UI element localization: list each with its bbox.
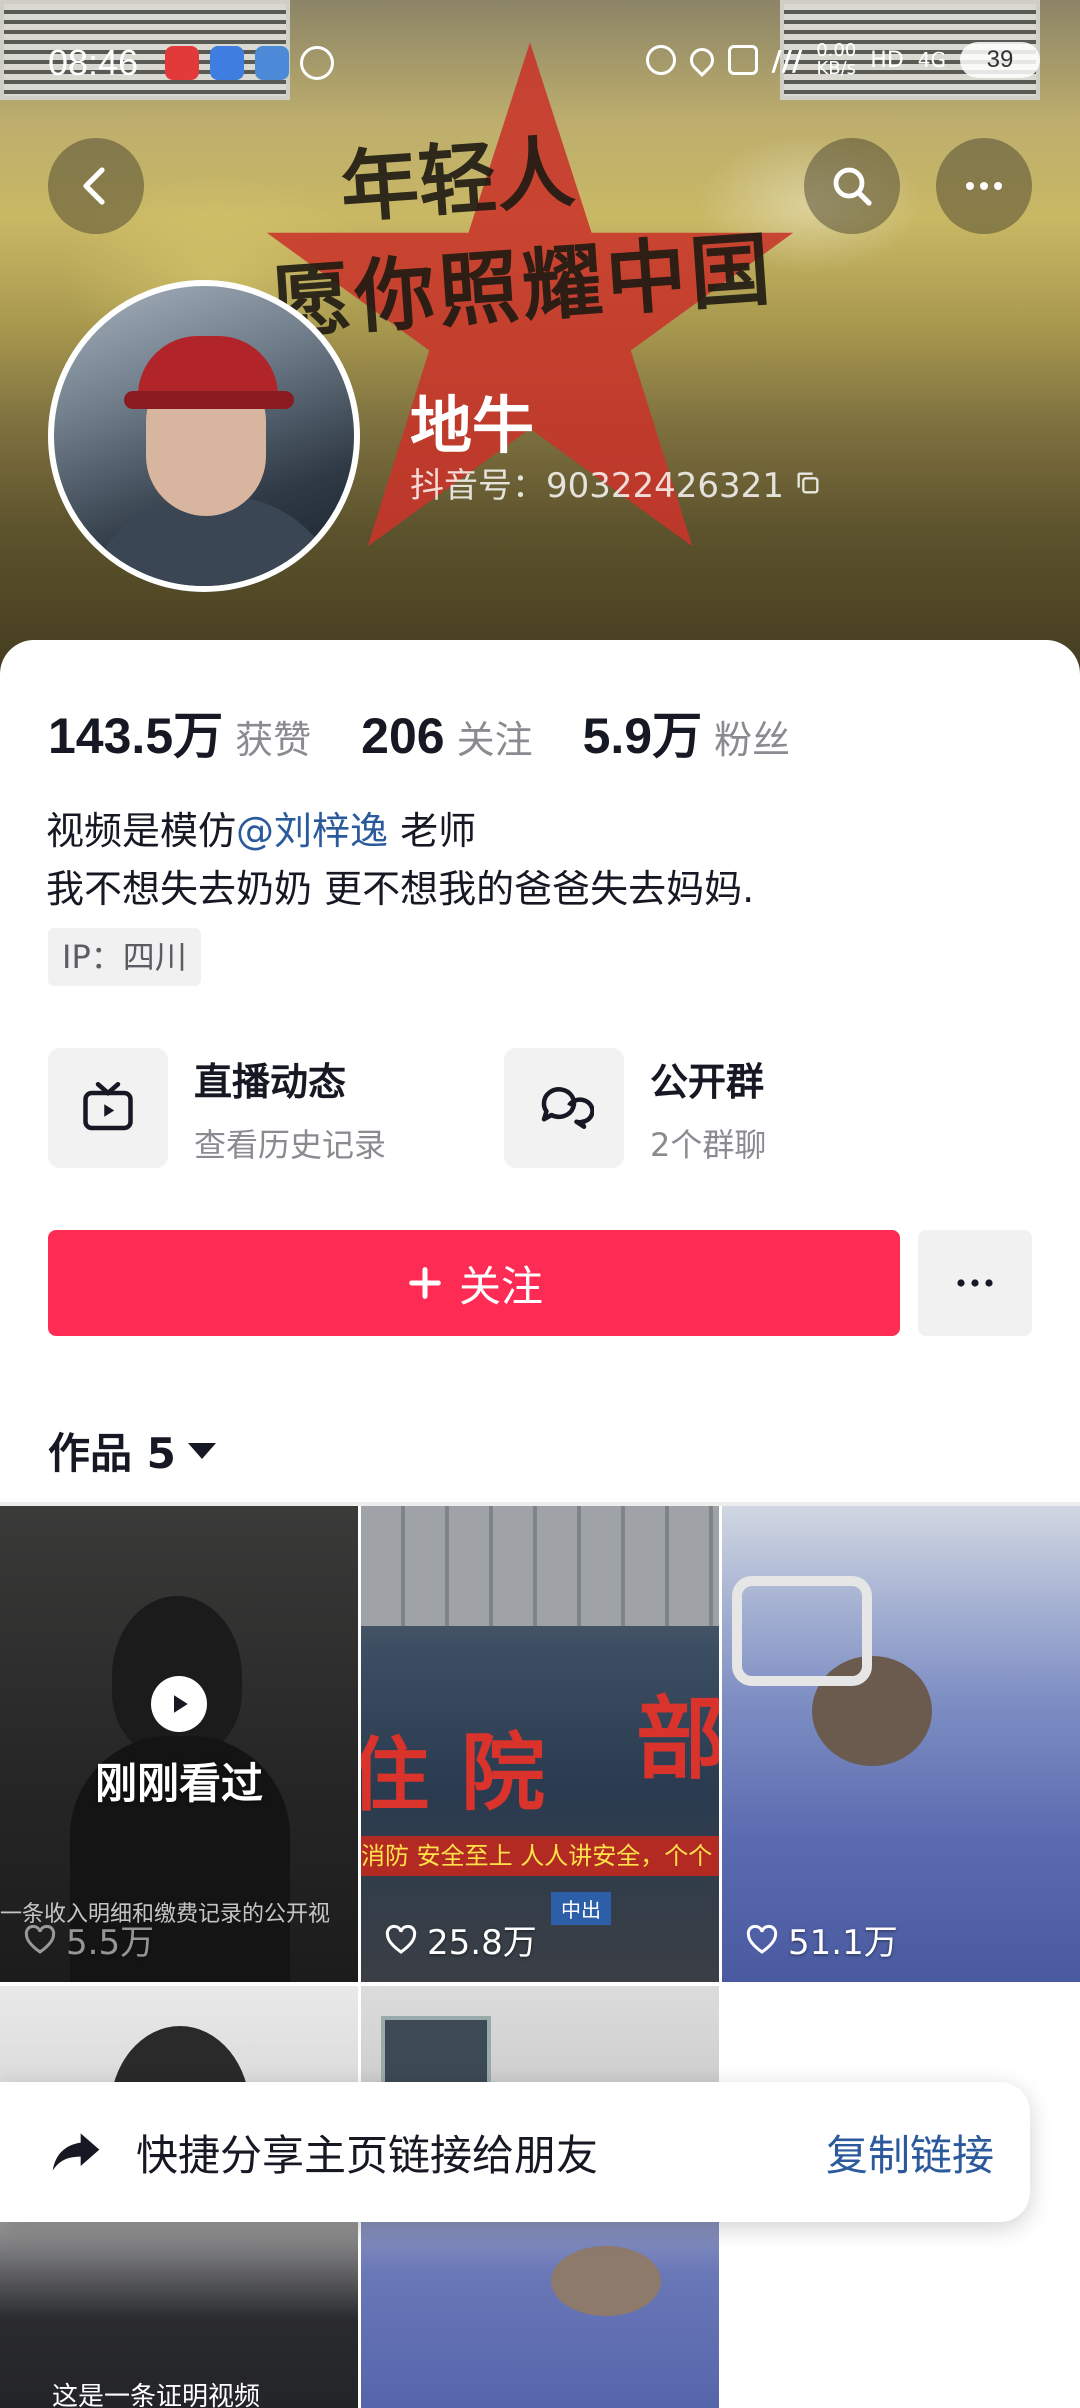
back-button[interactable]: [48, 138, 144, 234]
app-notification-icon-2: [255, 46, 289, 80]
video-tile-1[interactable]: 刚刚看过 一条收入明细和缴费记录的公开视 5.5万: [0, 1506, 358, 1982]
group-icon-box: [504, 1048, 624, 1168]
follow-label: 关注: [458, 1261, 543, 1311]
bio-line1: 视频是模仿@刘梓逸 老师: [46, 802, 754, 860]
more-actions-button[interactable]: [918, 1230, 1032, 1336]
more-horizontal-icon: [966, 182, 1002, 190]
live-icon-box: [48, 1048, 168, 1168]
netease-music-icon: [165, 46, 199, 80]
copy-icon[interactable]: [794, 469, 822, 497]
status-time: 08:46: [48, 42, 139, 83]
location-icon: [684, 43, 719, 77]
video-likes: 25.8万: [383, 1915, 537, 1964]
net-speed: 0.00 KB/s: [816, 40, 857, 79]
search-icon: [833, 167, 872, 206]
profile-bio: 视频是模仿@刘梓逸 老师 我不想失去奶奶 更不想我的爸爸失去妈妈.: [46, 802, 754, 918]
stat-likes[interactable]: 143.5万 获赞: [48, 696, 311, 768]
dropdown-triangle-icon: [187, 1442, 216, 1459]
video-likes-count: 5.5万: [66, 1923, 155, 1963]
share-profile-bar[interactable]: 快捷分享主页链接给朋友 复制链接: [0, 2082, 1030, 2222]
ellipsis-icon: [957, 1279, 993, 1287]
chevron-left-icon: [83, 167, 105, 205]
stat-following-label: 关注: [456, 718, 533, 762]
video-likes: 5.5万: [22, 1915, 154, 1964]
recently-watched-overlay: 刚刚看过: [0, 1676, 358, 1811]
bio-suffix: 老师: [388, 809, 477, 853]
profile-avatar[interactable]: [48, 280, 360, 592]
app-notification-icon: [210, 46, 244, 80]
status-bar: 08:46 /// 0.00 KB/s HD 4G 39: [0, 30, 1080, 100]
banner-graffiti-line1: 年轻人: [337, 126, 578, 235]
stat-likes-value: 143.5万: [48, 708, 224, 764]
more-button[interactable]: [936, 138, 1032, 234]
play-icon: [151, 1676, 207, 1732]
stat-followers-label: 粉丝: [714, 718, 791, 762]
live-history-entry[interactable]: 直播动态 查看历史记录: [48, 1048, 386, 1168]
stat-likes-label: 获赞: [235, 718, 312, 762]
status-right-group: /// 0.00 KB/s HD 4G 39: [645, 40, 1040, 79]
follow-button[interactable]: 关注: [48, 1230, 900, 1336]
bio-line2: 我不想失去奶奶 更不想我的爸爸失去妈妈.: [46, 867, 755, 911]
share-arrow-icon: [52, 2133, 100, 2171]
group-subtitle: 2个群聊: [650, 1125, 767, 1164]
video-likes-count: 25.8万: [427, 1923, 537, 1963]
video-caption-bottom: 这是一条证明视频: [52, 2382, 261, 2408]
ceiling-graphic: [361, 1506, 719, 1626]
search-button[interactable]: [804, 138, 900, 234]
ip-location-tag: IP：四川: [48, 928, 201, 986]
hd-icon: HD: [870, 47, 904, 73]
stat-following-value: 206: [361, 708, 445, 764]
heart-icon: [24, 1924, 56, 1954]
plus-icon: [409, 1267, 441, 1299]
network-type: 4G: [917, 48, 946, 72]
live-subtitle: 查看历史记录: [194, 1125, 387, 1164]
works-tab-label: 作品 5: [48, 1429, 176, 1478]
heart-icon: [385, 1924, 417, 1954]
douyin-id-text: 抖音号：90322426321: [410, 466, 784, 506]
sign-char-c: 部: [636, 1686, 719, 1792]
stat-following[interactable]: 206 关注: [361, 707, 532, 765]
public-group-entry[interactable]: 公开群 2个群聊: [504, 1048, 766, 1168]
video-likes: 51.1万: [744, 1915, 898, 1964]
video-tile-2[interactable]: 住 院 部 消防 安全至上 人人讲安全，个个 中出 25.8万: [361, 1506, 719, 1982]
stat-followers[interactable]: 5.9万 粉丝: [583, 696, 791, 768]
video-likes-count: 51.1万: [788, 1923, 898, 1963]
app-notification-icon-3: [300, 46, 334, 80]
sign-char-b: 院: [461, 1723, 546, 1822]
group-title: 公开群: [650, 1059, 765, 1104]
profile-name: 地牛: [410, 389, 535, 462]
tab-works[interactable]: 作品 5: [48, 1420, 216, 1481]
avatar-cap-brim: [124, 391, 294, 409]
mute-icon: [727, 45, 758, 75]
douyin-id-row[interactable]: 抖音号：90322426321: [410, 458, 822, 507]
signal-nfc-icon: ///: [771, 43, 803, 77]
bio-mention-link[interactable]: @刘梓逸: [236, 809, 388, 853]
safety-banner: 消防 安全至上 人人讲安全，个个: [361, 1836, 719, 1876]
copy-link-button[interactable]: 复制链接: [826, 2122, 994, 2183]
heart-icon: [746, 1924, 778, 1954]
battery-indicator: 39: [960, 42, 1040, 78]
patient-head-2: [551, 2246, 661, 2316]
stat-followers-value: 5.9万: [582, 708, 703, 764]
alarm-icon: [645, 45, 676, 75]
video-tile-3[interactable]: 51.1万: [722, 1506, 1080, 1982]
door-sign: 中出: [551, 1892, 611, 1925]
recently-watched-label: 刚刚看过: [94, 1759, 263, 1808]
chat-bubbles-icon: [541, 1087, 594, 1129]
bio-prefix: 视频是模仿: [46, 809, 237, 853]
stats-row: 143.5万 获赞 206 关注 5.9万 粉丝: [48, 696, 840, 768]
bed-rail: [732, 1576, 872, 1686]
sign-char-a: 住: [361, 1728, 429, 1822]
live-title: 直播动态: [194, 1059, 347, 1104]
share-text: 快捷分享主页链接给朋友: [136, 2130, 599, 2180]
tv-icon: [83, 1082, 133, 1131]
